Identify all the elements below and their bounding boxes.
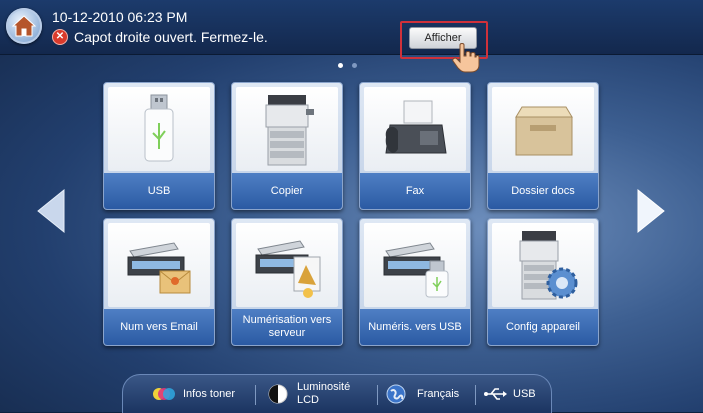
copier-icon [236, 87, 338, 171]
scan-to-server-icon [236, 223, 338, 307]
app-tile-copier[interactable]: Copier [231, 82, 343, 210]
globe-icon [386, 384, 406, 404]
scan-to-email-icon [108, 223, 210, 307]
app-tile-label: Copier [232, 173, 342, 209]
divider [377, 385, 378, 405]
usb-label: USB [513, 388, 536, 400]
usb-symbol-icon [484, 388, 507, 400]
error-icon: ✕ [52, 29, 68, 45]
status-bar: 10-12-2010 06:23 PM ✕ Capot droite ouver… [0, 0, 703, 73]
app-tile-usb[interactable]: USB [103, 82, 215, 210]
app-tile-fax[interactable]: Fax [359, 82, 471, 210]
toner-label: Infos toner [183, 388, 235, 400]
language-label: Français [417, 388, 460, 400]
quick-access-bar: Infos toner Luminosité LCD Français USB [122, 374, 552, 413]
scan-to-usb-icon [364, 223, 466, 307]
brightness-label: Luminosité LCD [297, 381, 351, 406]
alert-row: ✕ Capot droite ouvert. Fermez-le. [52, 29, 268, 45]
app-tile-dossier-docs[interactable]: Dossier docs [487, 82, 599, 210]
folder-box-icon [492, 87, 594, 171]
home-button[interactable] [6, 8, 42, 44]
brightness-icon [268, 384, 288, 404]
device-settings-icon [492, 223, 594, 307]
app-tile-label: USB [104, 173, 214, 209]
alert-message: Capot droite ouvert. Fermez-le. [74, 29, 268, 45]
app-tile-label: Fax [360, 173, 470, 209]
app-tile-label: Num vers Email [104, 309, 214, 345]
hand-cursor-icon [452, 43, 480, 73]
previous-page-arrow-icon[interactable] [36, 188, 66, 234]
page-dot-1[interactable] [338, 63, 343, 68]
datetime-text: 10-12-2010 06:23 PM [52, 9, 188, 25]
home-icon [12, 15, 36, 37]
usb-button[interactable]: USB [483, 375, 536, 413]
app-tile-label: Numéris. vers USB [360, 309, 470, 345]
fax-icon [364, 87, 466, 171]
page-indicator [338, 63, 357, 68]
app-tile-label: Config appareil [488, 309, 598, 345]
usb-drive-icon [108, 87, 210, 171]
home-screen: 10-12-2010 06:23 PM ✕ Capot droite ouver… [0, 0, 703, 413]
toner-info-button[interactable]: Infos toner [151, 375, 235, 413]
app-tile-scan-to-usb[interactable]: Numéris. vers USB [359, 218, 471, 346]
app-tile-scan-to-email[interactable]: Num vers Email [103, 218, 215, 346]
app-tile-label: Numérisation vers serveur [232, 309, 342, 345]
divider [475, 385, 476, 405]
language-button[interactable]: Français [385, 375, 459, 413]
next-page-arrow-icon[interactable] [636, 188, 666, 234]
toner-icon [153, 388, 175, 400]
page-dot-2[interactable] [352, 63, 357, 68]
divider [255, 385, 256, 405]
lcd-brightness-button[interactable]: Luminosité LCD [267, 375, 357, 413]
app-tile-label: Dossier docs [488, 173, 598, 209]
app-tile-device-settings[interactable]: Config appareil [487, 218, 599, 346]
app-tile-scan-to-server[interactable]: Numérisation vers serveur [231, 218, 343, 346]
